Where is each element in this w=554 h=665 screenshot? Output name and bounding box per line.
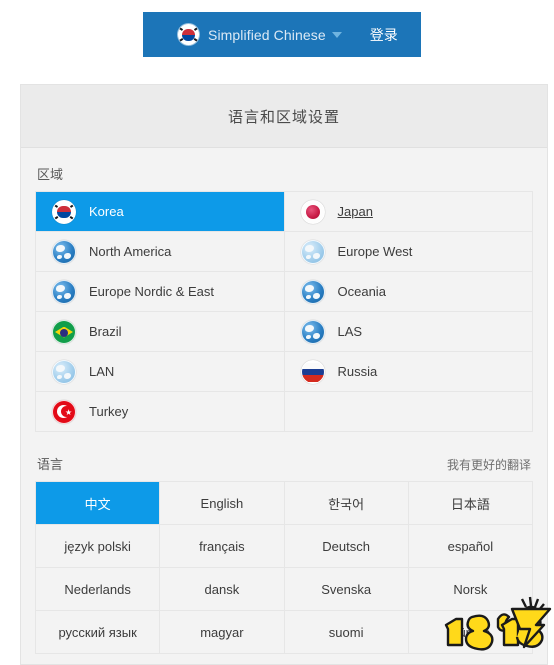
region-item-europe-west[interactable]: Europe West: [284, 232, 533, 272]
language-item-7[interactable]: español: [408, 525, 533, 568]
language-item-14[interactable]: suomi: [284, 611, 409, 654]
region-item-russia[interactable]: Russia: [284, 352, 533, 392]
globe-icon: [52, 279, 76, 304]
region-item-north-america[interactable]: North America: [36, 232, 285, 272]
region-item-japan[interactable]: Japan: [284, 192, 533, 232]
language-label: 语言: [37, 457, 64, 472]
language-item-5[interactable]: français: [160, 525, 285, 568]
topbar-language-selector[interactable]: Simplified Chinese: [208, 27, 342, 43]
globe-pale-icon: [300, 239, 325, 264]
globe-pale-icon: [52, 359, 76, 384]
region-item-oceania[interactable]: Oceania: [284, 272, 533, 312]
region-item-label: Korea: [89, 204, 124, 219]
language-item-8[interactable]: Nederlands: [36, 568, 161, 611]
panel-header: 语言和区域设置: [21, 85, 547, 148]
region-grid: Korea Japan North America Europe West Europe…: [35, 191, 533, 432]
region-item-label: LAS: [337, 324, 363, 339]
region-item-europe-nordic-east[interactable]: Europe Nordic & East: [36, 272, 285, 312]
language-grid: 中文 English 한국어 日本語 język polski français Deuts…: [35, 481, 533, 654]
japan-flag-icon: [300, 199, 325, 224]
region-label: 区域: [37, 167, 64, 182]
region-item-lan[interactable]: LAN: [36, 352, 285, 392]
region-item-turkey[interactable]: ★ Turkey: [36, 392, 285, 432]
region-item-label: Turkey: [89, 404, 129, 419]
region-item-label: Brazil: [89, 324, 122, 339]
brazil-flag-icon: [52, 319, 76, 344]
region-item-las[interactable]: LAS: [284, 312, 533, 352]
language-item-13[interactable]: magyar: [160, 611, 285, 654]
region-item-brazil[interactable]: Brazil: [36, 312, 285, 352]
language-item-1[interactable]: English: [160, 482, 285, 525]
language-item-15[interactable]: Türkçe: [408, 611, 533, 654]
region-section-header: 区域: [35, 164, 533, 183]
topbar-container: Simplified Chinese 登录: [0, 0, 554, 74]
turkey-flag-icon: ★: [52, 399, 76, 424]
language-item-10[interactable]: Svenska: [284, 568, 409, 611]
region-item-korea[interactable]: Korea: [36, 192, 285, 232]
login-button[interactable]: 登录: [370, 25, 398, 45]
language-section: 语言 我有更好的翻译 中文 English 한국어 日本語 język polski fr…: [35, 454, 533, 654]
globe-icon: [300, 279, 325, 304]
russia-flag-icon: [300, 359, 325, 384]
region-item-label: LAN: [89, 364, 115, 379]
region-item-label: Europe West: [337, 244, 413, 259]
chevron-down-icon[interactable]: [331, 31, 342, 38]
region-item-label: Russia: [337, 364, 378, 379]
topbar-language-label: Simplified Chinese: [208, 26, 326, 43]
panel-body: 区域 Korea Japan North America Europe West Eur…: [21, 148, 547, 664]
korea-flag-icon: [52, 199, 76, 224]
language-item-12[interactable]: русский язык: [36, 611, 161, 654]
better-translation-link[interactable]: 我有更好的翻译: [447, 456, 531, 473]
settings-panel: 语言和区域设置 区域 Korea Japan North America Europe…: [20, 84, 548, 665]
region-item-label: Japan: [337, 204, 373, 219]
page-title: 语言和区域设置: [227, 108, 340, 126]
language-item-4[interactable]: język polski: [36, 525, 161, 568]
language-item-9[interactable]: dansk: [160, 568, 285, 611]
language-section-header: 语言 我有更好的翻译: [35, 454, 533, 473]
region-item-label: Oceania: [337, 284, 386, 299]
language-item-6[interactable]: Deutsch: [284, 525, 409, 568]
region-item-empty: [284, 392, 533, 432]
language-item-3[interactable]: 日本語: [408, 482, 533, 525]
korea-flag-icon: [178, 24, 199, 45]
language-item-11[interactable]: Norsk: [408, 568, 533, 611]
language-item-0[interactable]: 中文: [36, 482, 161, 525]
topbar: Simplified Chinese 登录: [143, 12, 421, 57]
globe-icon: [52, 239, 76, 264]
region-item-label: Europe Nordic & East: [89, 284, 215, 299]
region-item-label: North America: [89, 244, 172, 259]
globe-icon: [300, 319, 325, 344]
language-item-2[interactable]: 한국어: [284, 482, 409, 525]
